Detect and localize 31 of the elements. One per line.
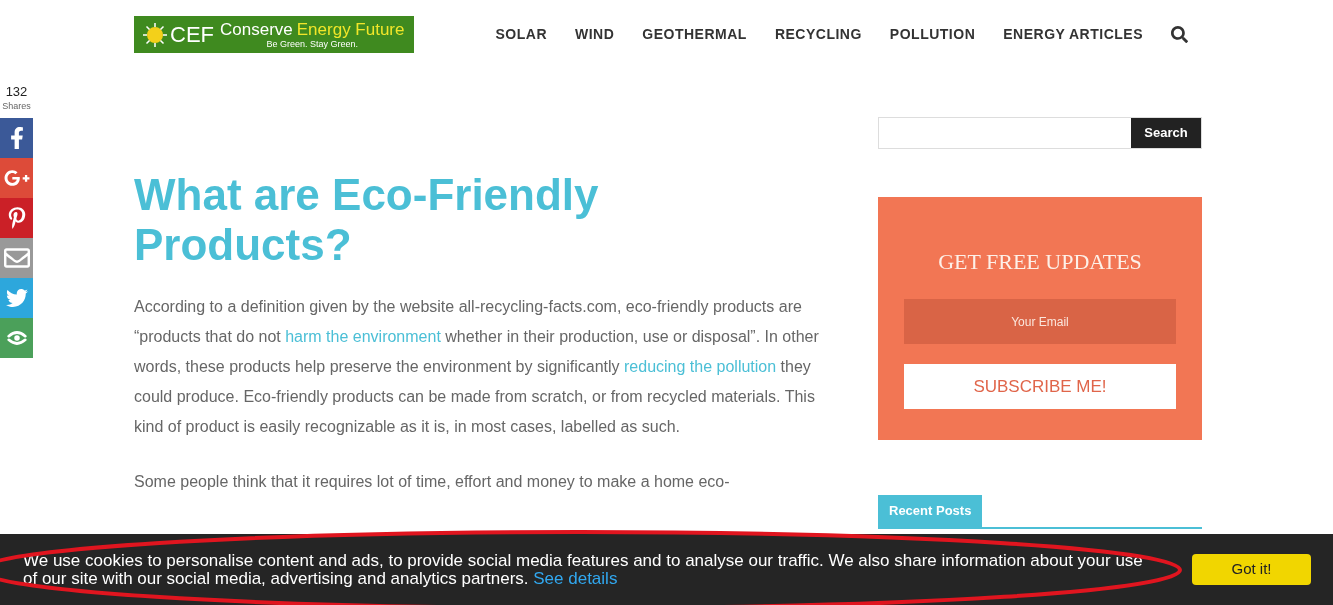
article-paragraph: Some people think that it requires lot of time, effort and money to make a home eco- <box>134 472 731 492</box>
logo-letters: CEF <box>170 23 214 46</box>
share-button[interactable] <box>0 318 33 358</box>
article-paragraph: According to a definition given by the website all-recycling-facts.com, eco-friendly products are “products that do not harm the environment whether in their production, use or disposal”. In other words, these products help preserve the environment by significantly reducing the pollution they could produce. Eco-friendly products can be made from scratch, or from recycled materials. This kind of product is easily recognizable as it is, in most cases, labelled as such. <box>134 297 820 437</box>
twitter-icon <box>5 287 28 309</box>
share-button[interactable] <box>0 118 33 158</box>
envelope-icon <box>3 245 30 271</box>
nav-link[interactable]: POLLUTION <box>889 24 976 45</box>
search-button[interactable]: Search <box>1131 118 1201 148</box>
site-logo[interactable]: CEF Conserve Energy Future Be Green. Stay Green. <box>134 16 414 53</box>
nav-link[interactable]: ENERGY ARTICLES <box>1003 24 1143 45</box>
share-button[interactable] <box>0 238 33 278</box>
logo-text: Conserve <box>220 20 293 38</box>
email-field[interactable]: Your Email <box>904 299 1176 344</box>
newsletter-title: GET FREE UPDATES <box>938 248 1142 276</box>
nav-link[interactable]: GEOTHERMAL <box>642 24 747 45</box>
search-field[interactable]: Search <box>878 117 1202 149</box>
nav-link[interactable]: RECYCLING <box>774 24 862 45</box>
article-title: What are Eco-Friendly Products? <box>134 170 600 270</box>
got-it-button[interactable]: Got it! <box>1192 554 1311 585</box>
share-button[interactable] <box>0 158 33 198</box>
nav-link[interactable]: SOLAR <box>495 24 547 45</box>
see-details-link[interactable]: See details <box>533 568 618 588</box>
nav-link[interactable]: WIND <box>575 24 615 45</box>
logo-tagline: Be Green. Stay Green. <box>266 39 358 49</box>
share-button[interactable] <box>0 198 33 238</box>
logo-text: Energy Future <box>296 20 405 38</box>
share-count: 132 <box>5 84 28 100</box>
share-label: Shares <box>2 100 31 112</box>
sun-icon <box>142 21 168 48</box>
search-icon[interactable] <box>1171 26 1188 43</box>
